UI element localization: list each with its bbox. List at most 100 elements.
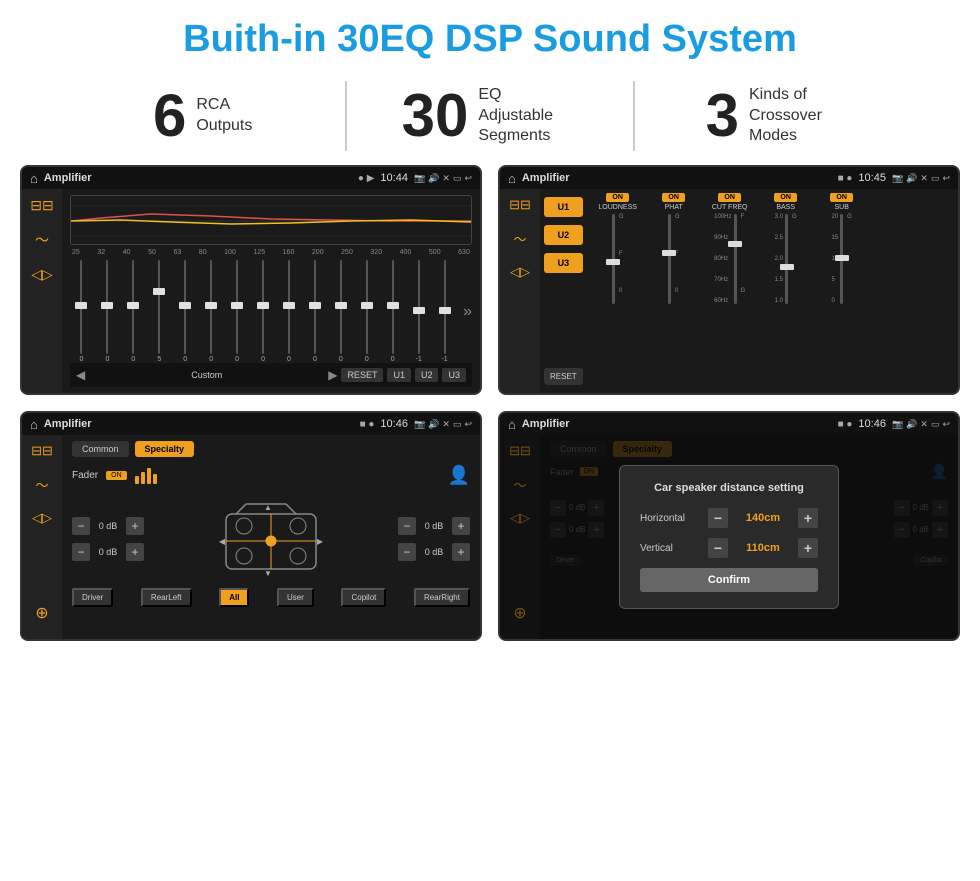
db-val-tr: 0 dB <box>420 521 448 531</box>
phat-on-badge[interactable]: ON <box>662 193 685 202</box>
home-icon-1[interactable]: ⌂ <box>30 171 38 186</box>
u1-button-1[interactable]: U1 <box>387 368 411 382</box>
close-icon-4: ✕ <box>920 419 928 430</box>
freq-25: 25 <box>72 249 80 256</box>
window-icon-2: ▭ <box>931 173 940 184</box>
slider-3[interactable]: 0 <box>122 260 145 363</box>
db-plus-tr[interactable]: + <box>452 517 470 535</box>
slider-6[interactable]: 0 <box>200 260 223 363</box>
u3-button-1[interactable]: U3 <box>442 368 466 382</box>
freq-500: 500 <box>429 249 441 256</box>
amp-wave-icon[interactable]: 〜 <box>513 229 526 248</box>
db-minus-tr[interactable]: − <box>398 517 416 535</box>
dots-1: ● ▶ <box>358 173 375 184</box>
close-icon-1: ✕ <box>442 173 450 184</box>
db-plus-tl[interactable]: + <box>126 517 144 535</box>
fader-tab-specialty[interactable]: Specialty <box>135 441 195 457</box>
fader-main: Common Specialty Fader ON 👤 <box>62 435 480 639</box>
cutfreq-slider[interactable] <box>734 214 737 304</box>
slider-2[interactable]: 0 <box>96 260 119 363</box>
phat-slider[interactable] <box>668 214 671 304</box>
horizontal-plus-btn[interactable]: + <box>798 508 818 528</box>
db-plus-bl[interactable]: + <box>126 543 144 561</box>
horizontal-minus-btn[interactable]: − <box>708 508 728 528</box>
bass-slider[interactable] <box>785 214 788 304</box>
loudness-scale: GF0 <box>619 214 624 294</box>
slider-14[interactable]: -1 <box>407 260 430 363</box>
fader-expand-icon[interactable]: ⊕ <box>35 603 48 623</box>
slider-8[interactable]: 0 <box>252 260 275 363</box>
confirm-button[interactable]: Confirm <box>640 568 818 592</box>
slider-5[interactable]: 0 <box>174 260 197 363</box>
bass-on-badge[interactable]: ON <box>774 193 797 202</box>
fader-wave-icon[interactable]: 〜 <box>35 475 48 494</box>
slider-15[interactable]: -1 <box>433 260 456 363</box>
bar-3 <box>147 468 151 484</box>
eq-next[interactable]: ▶ <box>328 368 337 382</box>
slider-9[interactable]: 0 <box>278 260 301 363</box>
slider-7[interactable]: 0 <box>226 260 249 363</box>
bar-1 <box>135 476 139 484</box>
rear-left-button[interactable]: RearLeft <box>141 588 192 607</box>
fader-tabs: Common Specialty <box>72 441 470 457</box>
u2-button-1[interactable]: U2 <box>415 368 439 382</box>
u2-button-2[interactable]: U2 <box>544 225 583 245</box>
amp-eq-icon[interactable]: ⊟⊟ <box>509 197 531 213</box>
fader-eq-icon[interactable]: ⊟⊟ <box>31 443 53 459</box>
all-button[interactable]: All <box>219 588 249 607</box>
fader-tab-common[interactable]: Common <box>72 441 129 457</box>
vertical-label: Vertical <box>640 543 700 554</box>
home-icon-2[interactable]: ⌂ <box>508 171 516 186</box>
sub-control: ON SUB 20151050 G <box>817 193 867 389</box>
fader-vol-icon[interactable]: ◁▷ <box>32 510 52 526</box>
db-minus-tl[interactable]: − <box>72 517 90 535</box>
slider-11[interactable]: 0 <box>329 260 352 363</box>
sub-slider[interactable] <box>840 214 843 304</box>
bar-4 <box>153 474 157 484</box>
fader-on-badge[interactable]: ON <box>106 471 127 480</box>
equalizer-icon[interactable]: ⊟⊟ <box>30 197 53 214</box>
loudness-slider[interactable] <box>612 214 615 304</box>
vertical-minus-btn[interactable]: − <box>708 538 728 558</box>
slider-1[interactable]: 0 <box>70 260 93 363</box>
screens-grid: ⌂ Amplifier ● ▶ 10:44 📷 🔊 ✕ ▭ ↩ ⊟⊟ 〜 ◁▷ <box>0 165 980 651</box>
status-icons-2: 📷 🔊 ✕ ▭ ↩ <box>892 173 950 184</box>
waveform-icon[interactable]: 〜 <box>35 230 49 250</box>
eq-prev[interactable]: ◀ <box>76 368 85 382</box>
slider-12[interactable]: 0 <box>355 260 378 363</box>
reset-button-1[interactable]: RESET <box>341 368 383 382</box>
copilot-button[interactable]: Copilot <box>341 588 386 607</box>
home-icon-4[interactable]: ⌂ <box>508 417 516 432</box>
cutfreq-on-badge[interactable]: ON <box>718 193 741 202</box>
slider-13[interactable]: 0 <box>381 260 404 363</box>
phat-control: ON PHAT GF0 <box>649 193 699 389</box>
eq-graph <box>70 195 472 245</box>
db-minus-bl[interactable]: − <box>72 543 90 561</box>
vertical-plus-btn[interactable]: + <box>798 538 818 558</box>
loudness-on-badge[interactable]: ON <box>606 193 629 202</box>
db-minus-br[interactable]: − <box>398 543 416 561</box>
person-icon: 👤 <box>448 465 470 486</box>
eq-scroll-arrow[interactable]: » <box>459 303 472 321</box>
dialog-vertical-row: Vertical − 110cm + <box>640 538 818 558</box>
home-icon-3[interactable]: ⌂ <box>30 417 38 432</box>
volume-control-icon[interactable]: ◁▷ <box>31 266 53 283</box>
u3-button-2[interactable]: U3 <box>544 253 583 273</box>
driver-button[interactable]: Driver <box>72 588 113 607</box>
sub-on-badge[interactable]: ON <box>830 193 853 202</box>
u1-button-2[interactable]: U1 <box>544 197 583 217</box>
stat-crossover-label: Kinds ofCrossover Modes <box>749 85 849 147</box>
reset-button-2[interactable]: RESET <box>544 368 583 385</box>
freq-320: 320 <box>370 249 382 256</box>
slider-10[interactable]: 0 <box>303 260 326 363</box>
screen2-content: ⊟⊟ 〜 ◁▷ U1 U2 U3 RESET ON LOUDNESS <box>500 189 958 393</box>
freq-40: 40 <box>123 249 131 256</box>
user-button[interactable]: User <box>277 588 314 607</box>
amp-vol-icon[interactable]: ◁▷ <box>510 264 530 280</box>
slider-4[interactable]: 5 <box>148 260 171 363</box>
rear-right-button[interactable]: RearRight <box>414 588 470 607</box>
db-plus-br[interactable]: + <box>452 543 470 561</box>
time-3: 10:46 <box>380 418 408 430</box>
svg-text:▼: ▼ <box>264 569 272 578</box>
distance-dialog[interactable]: Car speaker distance setting Horizontal … <box>619 465 839 609</box>
